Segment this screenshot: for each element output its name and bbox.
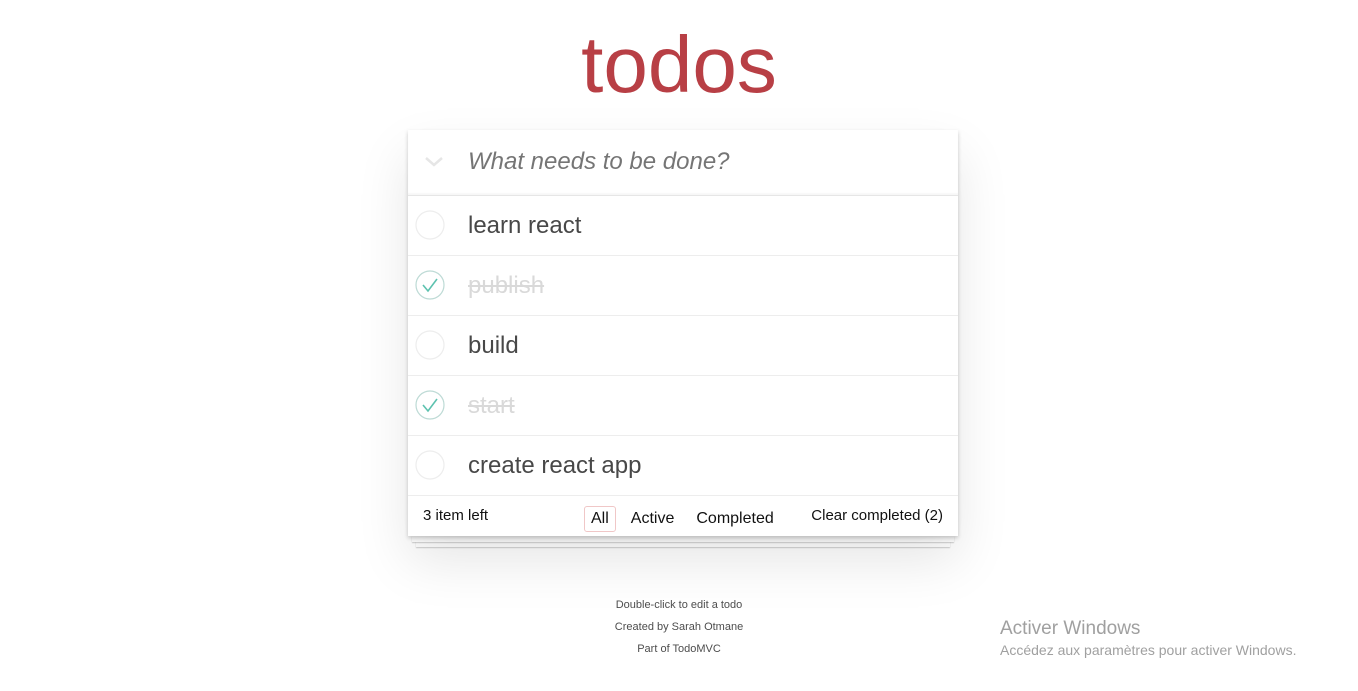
todo-item[interactable]: create react app [408, 436, 958, 496]
windows-activation-watermark: Activer Windows Accédez aux paramètres p… [1000, 618, 1296, 660]
todo-item[interactable]: build [408, 316, 958, 376]
app-title: todos [581, 20, 777, 109]
todo-app: learn react publish build start create r… [408, 130, 958, 536]
todo-footer: 3 item left All Active Completed Clear c… [408, 496, 958, 536]
watermark-subtitle: Accédez aux paramètres pour activer Wind… [1000, 642, 1297, 658]
todo-label[interactable]: publish [468, 256, 544, 315]
todo-label[interactable]: create react app [468, 436, 641, 495]
todo-label[interactable]: learn react [468, 196, 581, 255]
filter-all[interactable]: All [584, 506, 616, 532]
todo-checkbox[interactable] [415, 330, 445, 360]
card-stack-shadow [412, 536, 954, 542]
clear-completed-button[interactable]: Clear completed (2) [811, 507, 943, 524]
todo-header [408, 130, 958, 196]
todo-checkbox[interactable] [415, 210, 445, 240]
checkmark-icon[interactable] [415, 390, 445, 420]
todo-item[interactable]: learn react [408, 196, 958, 256]
todo-item[interactable]: publish [408, 256, 958, 316]
todo-checkbox[interactable] [415, 450, 445, 480]
todo-list: learn react publish build start create r… [408, 196, 958, 496]
chevron-down-icon[interactable] [422, 152, 446, 172]
todo-label[interactable]: start [468, 376, 515, 435]
watermark-title: Activer Windows [1000, 618, 1141, 639]
todo-label[interactable]: build [468, 316, 519, 375]
filter-completed[interactable]: Completed [689, 506, 780, 532]
checkmark-icon[interactable] [415, 270, 445, 300]
new-todo-input[interactable] [468, 144, 938, 180]
todo-item[interactable]: start [408, 376, 958, 436]
filter-bar: All Active Completed [584, 506, 781, 532]
todo-count: 3 item left [423, 507, 489, 524]
info-edit-hint: Double-click to edit a todo [615, 599, 743, 611]
filter-active[interactable]: Active [624, 506, 682, 532]
